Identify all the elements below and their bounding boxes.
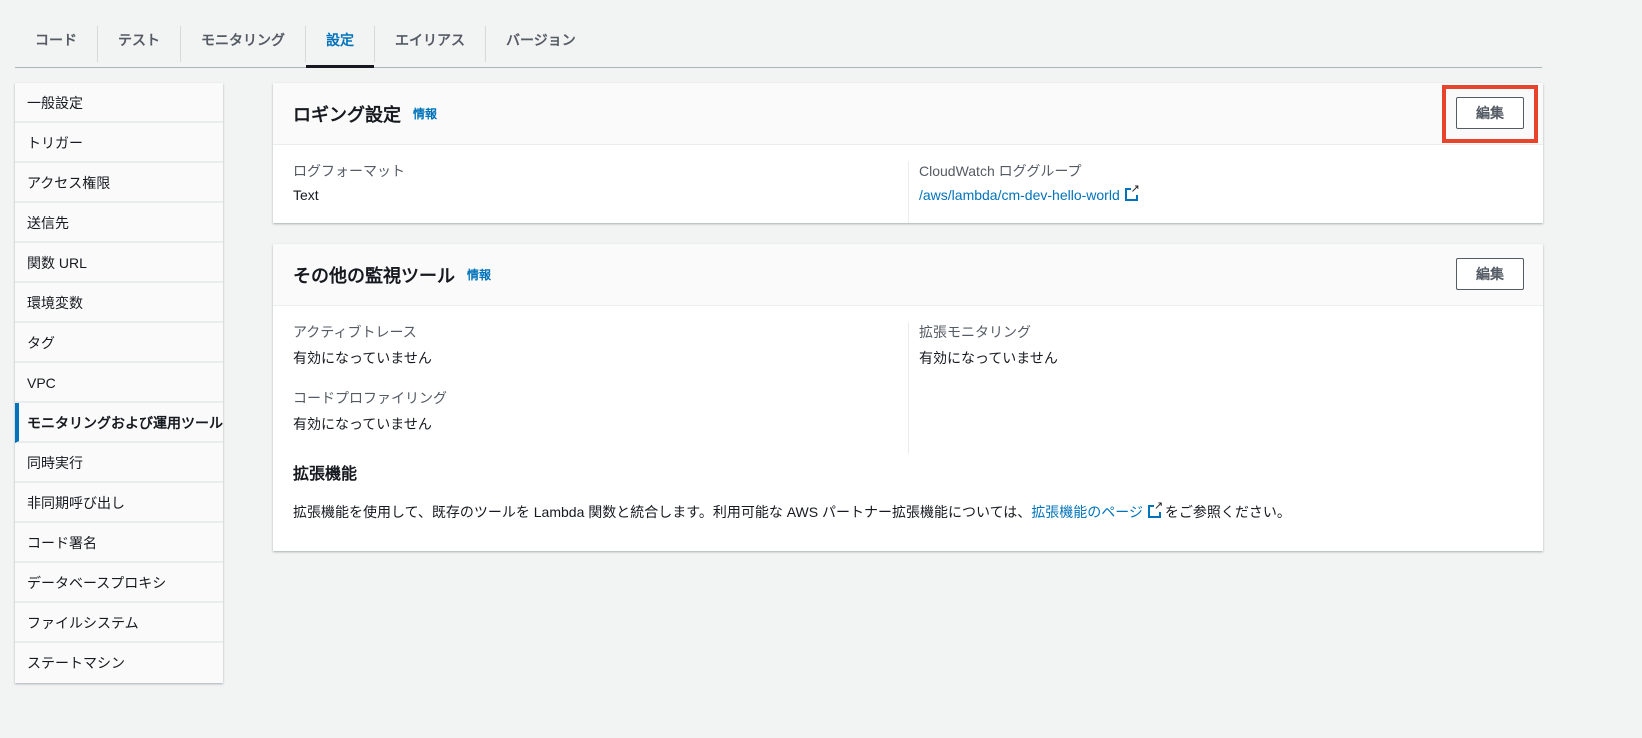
external-link-icon (1124, 184, 1140, 201)
sidebar-item-general[interactable]: 一般設定 (15, 83, 223, 123)
sidebar-item-filesystem[interactable]: ファイルシステム (15, 603, 223, 643)
sidebar-item-tags[interactable]: タグ (15, 323, 223, 363)
active-trace-value: 有効になっていません (293, 350, 432, 366)
profiling-label: コードプロファイリング (293, 390, 447, 406)
sidebar-item-concurrency[interactable]: 同時実行 (15, 443, 223, 483)
extensions-title: 拡張機能 (293, 466, 358, 483)
tab-monitoring[interactable]: モニタリング (181, 26, 306, 62)
extensions-description: 拡張機能を使用して、既存のツールを Lambda 関数と統合します。利用可能な … (293, 501, 1523, 522)
tab-aliases[interactable]: エイリアス (375, 26, 486, 62)
extensions-text-end: をご参照ください。 (1161, 504, 1291, 520)
log-format-value: Text (293, 187, 319, 203)
log-group-link[interactable]: /aws/lambda/cm-dev-hello-world (919, 187, 1120, 203)
enhanced-monitoring-label: 拡張モニタリング (919, 324, 1031, 340)
tab-versions[interactable]: バージョン (486, 26, 596, 62)
sidebar-item-state-machine[interactable]: ステートマシン (15, 643, 223, 683)
profiling-value: 有効になっていません (293, 416, 432, 432)
monitoring-title: その他の監視ツール (293, 265, 455, 286)
monitoring-edit-button[interactable]: 編集 (1456, 258, 1524, 290)
logging-header: ロギング設定 情報 編集 (273, 83, 1543, 145)
tab-configuration[interactable]: 設定 (306, 26, 375, 68)
extensions-page-link[interactable]: 拡張機能のページ (1031, 504, 1143, 520)
active-trace-label: アクティブトレース (293, 324, 417, 340)
log-group-label: CloudWatch ロググループ (919, 163, 1082, 179)
logging-title: ロギング設定 (293, 104, 401, 125)
sidebar-item-function-url[interactable]: 関数 URL (15, 243, 223, 283)
monitoring-info-link[interactable]: 情報 (467, 266, 491, 283)
extensions-text: 拡張機能を使用して、既存のツールを Lambda 関数と統合します。利用可能な … (293, 504, 1032, 520)
enhanced-monitoring-value: 有効になっていません (919, 350, 1058, 366)
logging-info-link[interactable]: 情報 (413, 105, 437, 122)
sidebar-item-async[interactable]: 非同期呼び出し (15, 483, 223, 523)
sidebar-item-permissions[interactable]: アクセス権限 (15, 163, 223, 203)
monitoring-panel: その他の監視ツール 情報 編集 アクティブトレース 有効になっていません コード… (273, 244, 1543, 551)
logging-edit-button[interactable]: 編集 (1456, 97, 1524, 129)
sidebar-item-triggers[interactable]: トリガー (15, 123, 223, 163)
sidebar-item-vpc[interactable]: VPC (15, 363, 223, 403)
monitoring-header: その他の監視ツール 情報 編集 (273, 244, 1543, 306)
tab-code[interactable]: コード (15, 26, 98, 62)
tab-bar: コード テスト モニタリング 設定 エイリアス バージョン (15, 22, 1542, 68)
sidebar-item-db-proxy[interactable]: データベースプロキシ (15, 563, 223, 603)
sidebar-item-env-vars[interactable]: 環境変数 (15, 283, 223, 323)
config-sidebar: 一般設定 トリガー アクセス権限 送信先 関数 URL 環境変数 タグ VPC … (15, 83, 223, 683)
sidebar-item-destinations[interactable]: 送信先 (15, 203, 223, 243)
sidebar-item-code-signing[interactable]: コード署名 (15, 523, 223, 563)
log-format-label: ログフォーマット (293, 163, 405, 179)
tab-test[interactable]: テスト (98, 26, 181, 62)
logging-panel: ロギング設定 情報 編集 ログフォーマット Text CloudWatch ログ… (273, 83, 1543, 223)
sidebar-item-monitoring-tools[interactable]: モニタリングおよび運用ツール (15, 403, 223, 443)
external-link-icon (1148, 501, 1164, 518)
